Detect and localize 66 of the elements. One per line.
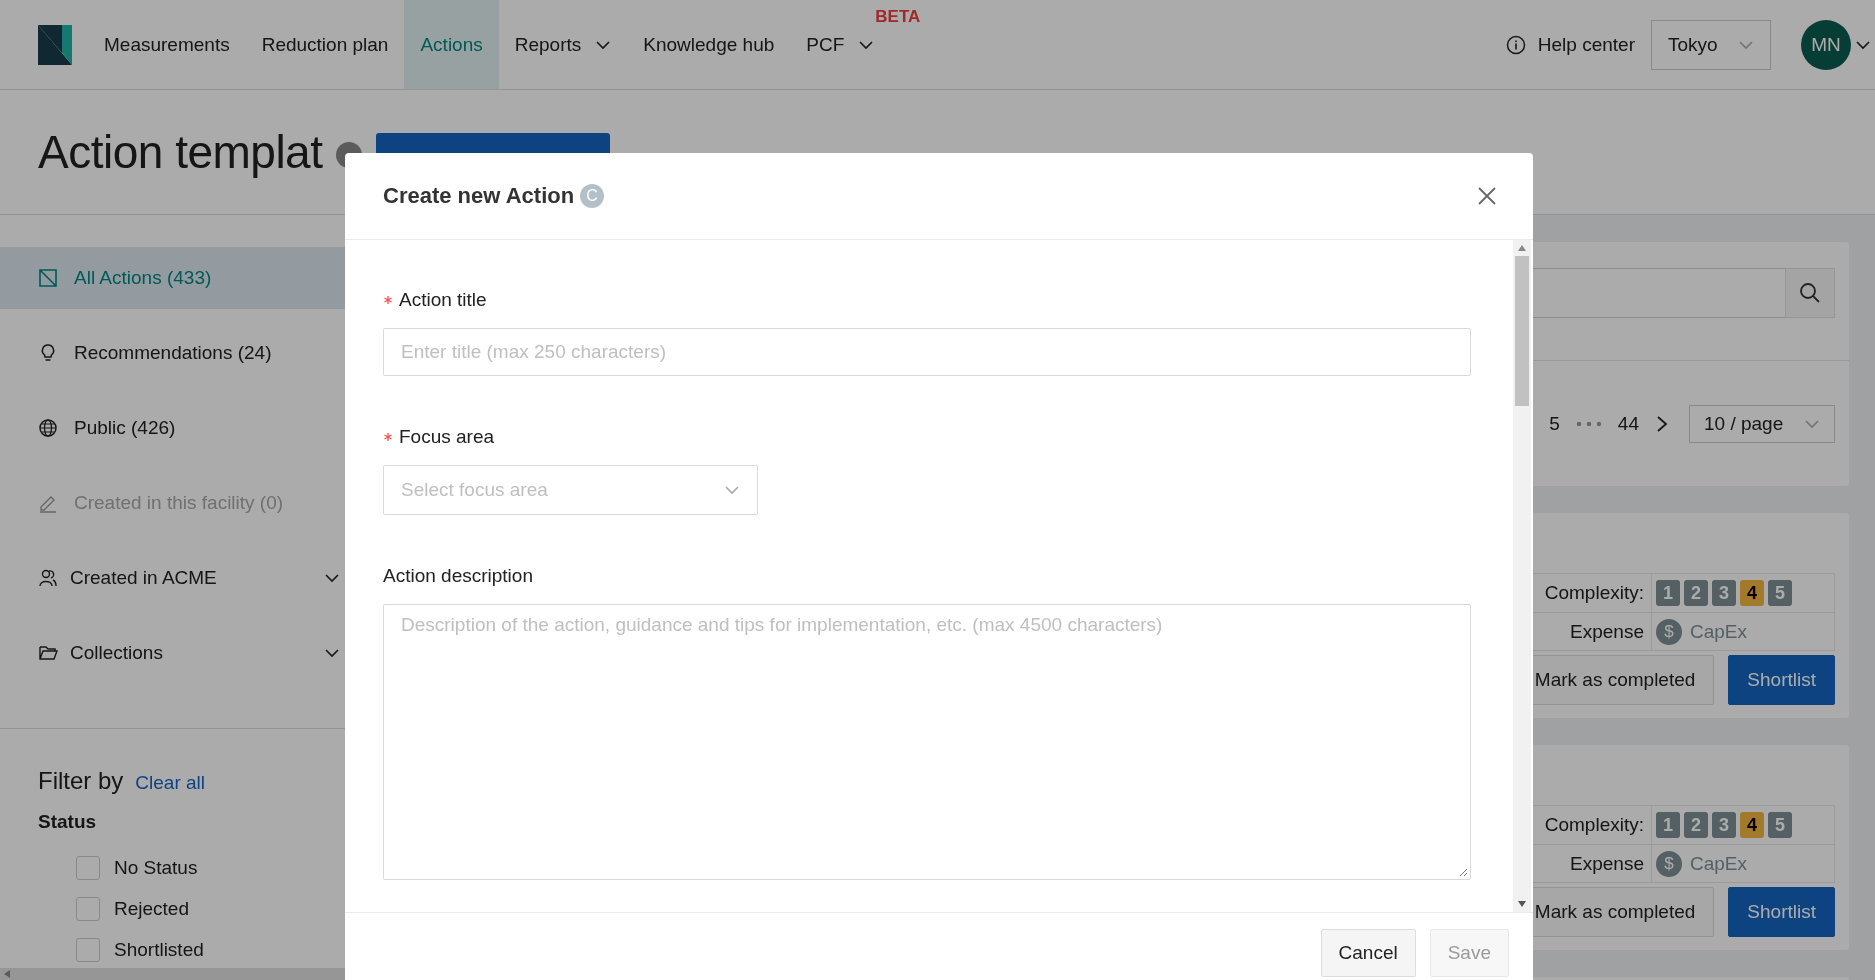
checkbox[interactable]	[76, 896, 100, 921]
complexity-level: 4	[1740, 812, 1764, 838]
page-link[interactable]: 5	[1549, 412, 1560, 435]
complexity-level: 2	[1684, 812, 1708, 838]
field-label: Focus area	[399, 426, 495, 448]
globe-icon	[38, 418, 58, 438]
logo-icon	[38, 24, 72, 65]
complexity-level: 5	[1768, 812, 1792, 838]
title-badge: C	[580, 184, 605, 208]
help-link[interactable]: Help center	[1537, 33, 1635, 56]
description-field[interactable]: Description of the action, guidance and tips for implementation, etc. (max 4500 characters)	[383, 604, 1471, 880]
complexity-level: 3	[1712, 580, 1736, 606]
scrollbar-thumb[interactable]	[1515, 256, 1529, 406]
scroll-left-icon	[3, 969, 11, 979]
chevron-right-icon[interactable]	[1655, 414, 1669, 433]
nav-tab[interactable]: PCF	[790, 27, 891, 62]
nav-tab[interactable]: Reduction plan	[245, 27, 405, 62]
vertical-scrollbar[interactable]	[1513, 240, 1531, 912]
complexity-level: 2	[1684, 580, 1708, 606]
checkbox-label: Rejected	[114, 897, 189, 920]
checkbox-label: No Status	[114, 856, 198, 879]
sidebar-item[interactable]: Collections	[0, 622, 350, 684]
sidebar-item[interactable]: Recommendations (24)	[0, 322, 350, 384]
filter-heading: Filter by	[38, 767, 124, 795]
shortlist-button[interactable]: Shortlist	[1728, 887, 1835, 937]
field-label: Action description	[383, 565, 533, 587]
complexity-level: 3	[1712, 812, 1736, 838]
page-title: Action templat	[38, 125, 323, 179]
checkbox[interactable]	[76, 855, 100, 880]
sidebar-item[interactable]: Public (426)	[0, 397, 350, 459]
modal-title: Create new Action	[383, 183, 575, 209]
resize-handle-icon	[1459, 868, 1468, 877]
info-icon	[1505, 34, 1526, 55]
complexity-level: 1	[1656, 580, 1680, 606]
page-size-select[interactable]: 10 / page	[1689, 404, 1835, 443]
checkbox[interactable]	[76, 937, 100, 962]
checkbox-label: Shortlisted	[114, 938, 204, 961]
clear-all-link[interactable]: Clear all	[135, 772, 206, 794]
user-avatar[interactable]: MN	[1801, 19, 1851, 70]
folder-icon	[38, 643, 58, 663]
dollar-icon: $	[1656, 618, 1682, 645]
dollar-icon: $	[1656, 850, 1682, 877]
complexity-level: 4	[1740, 580, 1764, 606]
expense-value: CapEx	[1690, 620, 1748, 643]
scroll-up-icon	[1517, 244, 1527, 252]
page-link[interactable]: 44	[1617, 412, 1639, 435]
ellipsis-icon	[1575, 420, 1602, 427]
cancel-button[interactable]: Cancel	[1320, 929, 1416, 977]
complexity-level: 1	[1656, 812, 1680, 838]
complexity-level: 5	[1768, 580, 1792, 606]
filter-group-label: Status	[38, 811, 98, 833]
shortlist-button[interactable]: Shortlist	[1728, 655, 1835, 705]
location-select[interactable]: Tokyo	[1651, 19, 1771, 70]
search-icon[interactable]	[1785, 268, 1835, 318]
title-field[interactable]: Enter title (max 250 characters)	[383, 328, 1471, 376]
nav-tab[interactable]: Knowledge hub	[627, 27, 791, 62]
sidebar-item[interactable]: Created in ACME	[0, 547, 350, 609]
nav-tab[interactable]: Reports	[498, 27, 628, 62]
close-icon[interactable]	[1477, 186, 1497, 206]
scroll-down-icon	[1517, 900, 1527, 908]
beta-label: BETA	[875, 8, 921, 26]
nav-tab[interactable]: Measurements	[88, 27, 246, 62]
actions-icon	[38, 268, 58, 288]
expense-value: CapEx	[1690, 852, 1748, 875]
people-icon	[38, 568, 58, 588]
field-label: Action title	[399, 289, 487, 311]
